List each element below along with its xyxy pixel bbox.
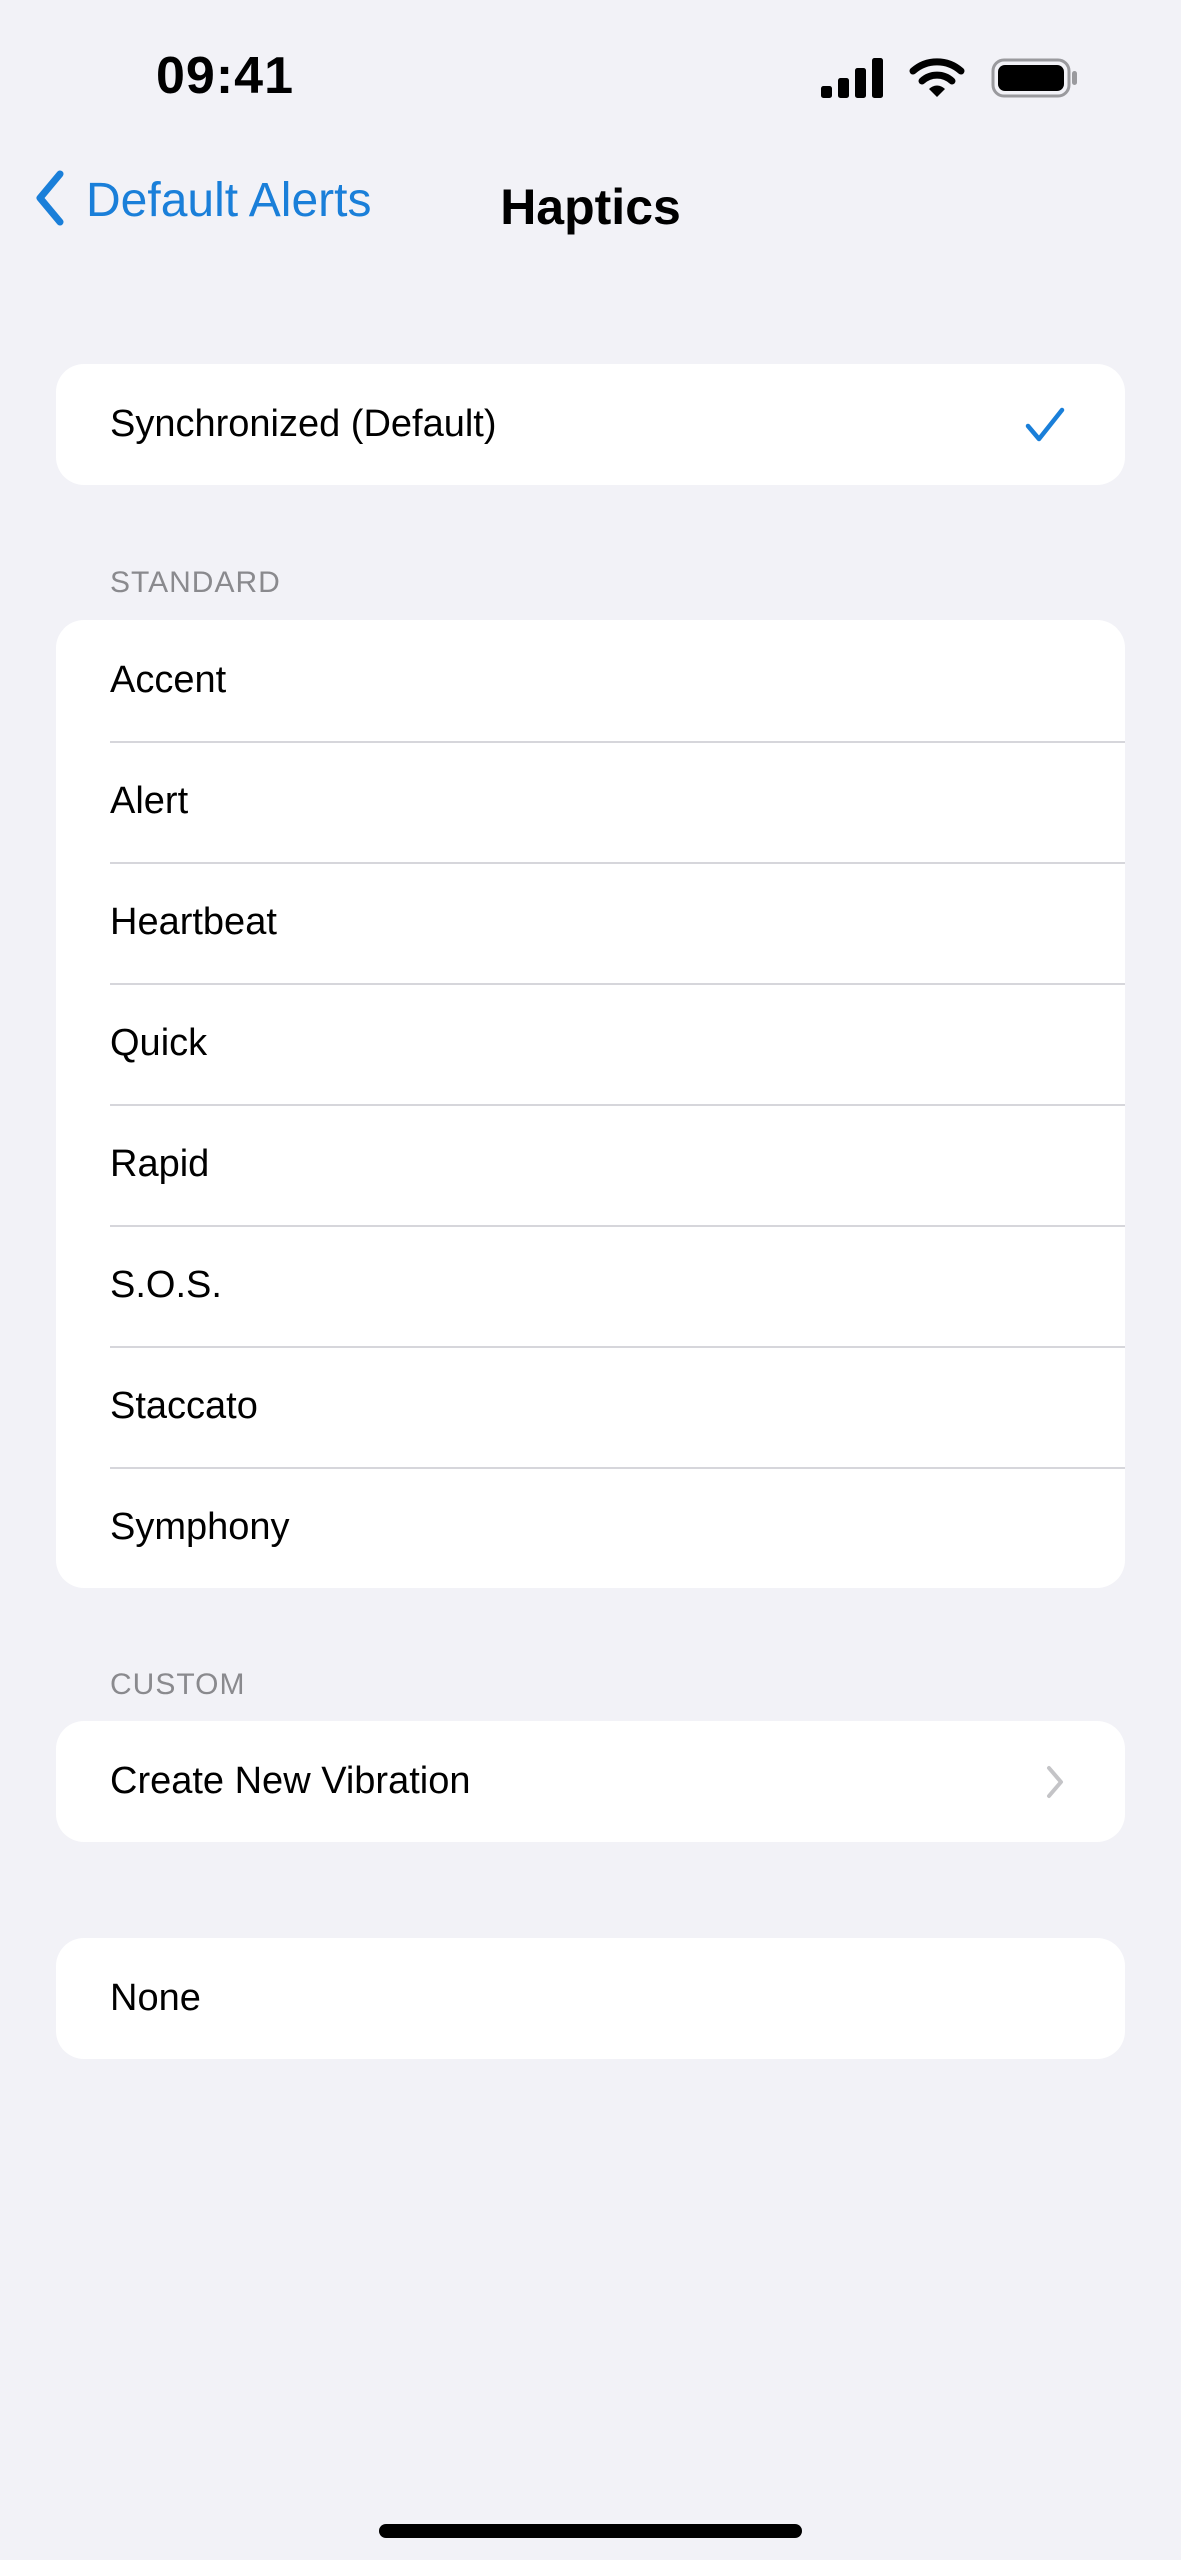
haptic-option-label: Quick	[110, 1022, 208, 1064]
haptic-option-sos[interactable]: S.O.S.	[56, 1225, 1125, 1346]
cellular-signal-icon	[821, 57, 883, 103]
section-header-standard: STANDARD	[110, 566, 281, 599]
haptic-option-staccato[interactable]: Staccato	[56, 1346, 1125, 1467]
home-indicator[interactable]	[379, 2524, 802, 2538]
status-time: 09:41	[156, 47, 294, 105]
haptic-option-quick[interactable]: Quick	[56, 983, 1125, 1104]
haptic-option-label: Accent	[110, 659, 227, 701]
haptic-option-label: Symphony	[110, 1506, 290, 1548]
haptic-option-synchronized[interactable]: Synchronized (Default)	[56, 364, 1125, 485]
create-new-vibration-label: Create New Vibration	[110, 1760, 471, 1802]
navigation-bar: Default Alerts Haptics	[0, 160, 1181, 256]
haptic-option-alert[interactable]: Alert	[56, 741, 1125, 862]
custom-haptics-group: Create New Vibration	[56, 1721, 1125, 1842]
checkmark-icon	[1025, 407, 1065, 443]
haptic-option-label: Staccato	[110, 1385, 258, 1427]
create-new-vibration-button[interactable]: Create New Vibration	[56, 1721, 1125, 1842]
chevron-right-icon	[1045, 1765, 1065, 1799]
haptic-option-label: Synchronized (Default)	[110, 403, 497, 445]
haptic-option-symphony[interactable]: Symphony	[56, 1467, 1125, 1588]
page-title: Haptics	[500, 179, 681, 235]
haptic-option-heartbeat[interactable]: Heartbeat	[56, 862, 1125, 983]
battery-icon	[991, 58, 1079, 103]
status-bar: 09:41	[0, 0, 1181, 160]
haptic-option-label: Rapid	[110, 1143, 210, 1185]
haptic-option-rapid[interactable]: Rapid	[56, 1104, 1125, 1225]
haptic-option-accent[interactable]: Accent	[56, 620, 1125, 741]
haptic-option-label: Alert	[110, 780, 189, 822]
haptic-option-label: S.O.S.	[110, 1264, 222, 1306]
haptic-option-label: Heartbeat	[110, 901, 277, 943]
section-header-custom: CUSTOM	[110, 1668, 246, 1701]
wifi-icon	[909, 57, 965, 104]
haptic-option-none[interactable]: None	[56, 1938, 1125, 2059]
standard-haptics-group: Accent Alert Heartbeat Quick Rapid S.O.S…	[56, 620, 1125, 1588]
default-haptic-group: Synchronized (Default)	[56, 364, 1125, 485]
haptic-option-label: None	[110, 1977, 201, 2019]
status-icons	[821, 57, 1079, 104]
none-haptic-group: None	[56, 1938, 1125, 2059]
